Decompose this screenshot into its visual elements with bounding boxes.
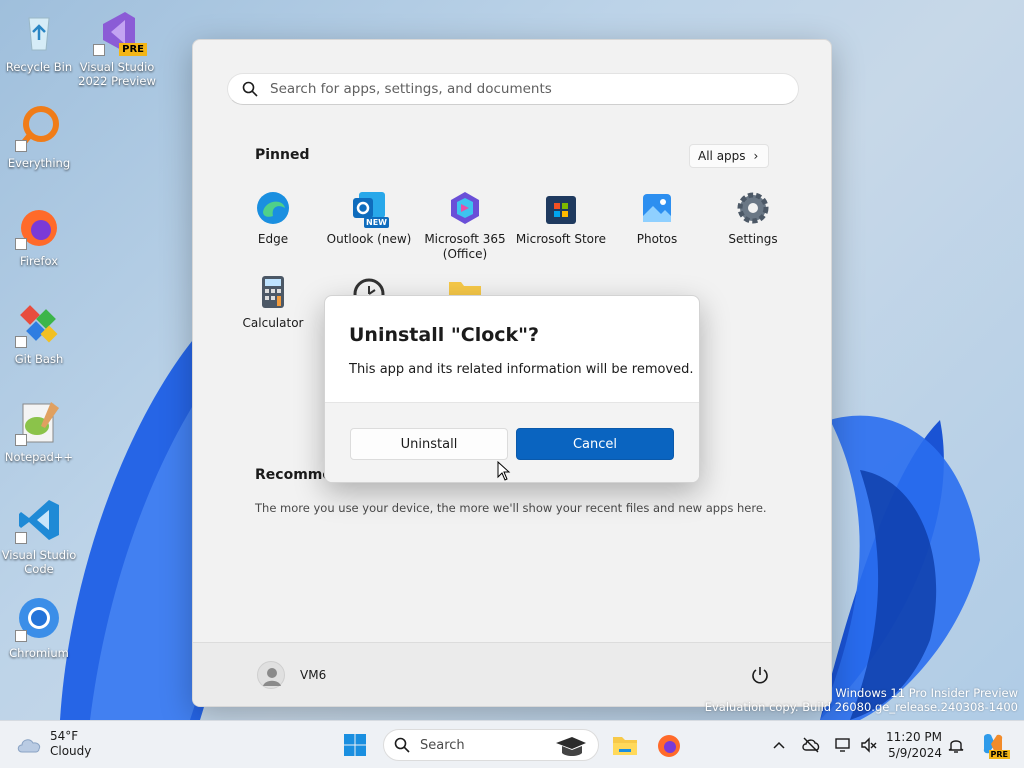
file-explorer-icon[interactable] bbox=[611, 731, 639, 759]
desktop-icon-recycle-bin[interactable]: Recycle Bin bbox=[0, 8, 78, 74]
all-apps-button[interactable]: All apps › bbox=[689, 144, 769, 168]
cloud-offline-icon[interactable] bbox=[801, 735, 821, 755]
desktop-icon-label: Firefox bbox=[19, 254, 59, 268]
desktop-icon-notepad-plus-plus[interactable]: Notepad++ bbox=[0, 398, 78, 464]
search-icon bbox=[242, 81, 258, 97]
magnifier-everything-icon bbox=[15, 104, 63, 152]
desktop-icon-git-bash[interactable]: Git Bash bbox=[0, 300, 78, 366]
app-label: Calculator bbox=[242, 316, 304, 330]
watermark-line-2: Evaluation copy. Build 26080.ge_release.… bbox=[704, 700, 1018, 714]
shortcut-arrow-icon bbox=[93, 44, 105, 56]
desktop-icon-vs-code[interactable]: Visual Studio Code bbox=[0, 496, 78, 576]
search-icon bbox=[394, 737, 410, 753]
desktop-icon-label: Chromium bbox=[9, 646, 69, 660]
shortcut-arrow-icon bbox=[15, 140, 27, 152]
shortcut-arrow-icon bbox=[15, 336, 27, 348]
copilot-icon[interactable]: PRE bbox=[980, 731, 1010, 759]
mouse-cursor-icon bbox=[497, 461, 511, 481]
windows-start-icon[interactable] bbox=[343, 733, 367, 757]
uninstall-button[interactable]: Uninstall bbox=[350, 428, 508, 460]
dialog-message: This app and its related information wil… bbox=[349, 362, 694, 377]
shortcut-arrow-icon bbox=[15, 434, 27, 446]
new-badge: NEW bbox=[364, 217, 389, 228]
microsoft-store-icon bbox=[546, 196, 576, 224]
firefox-icon bbox=[15, 202, 63, 250]
gear-icon bbox=[737, 192, 769, 224]
taskbar-search-placeholder: Search bbox=[420, 737, 465, 753]
shortcut-arrow-icon bbox=[15, 532, 27, 544]
pinned-app-settings[interactable]: Settings bbox=[705, 190, 801, 247]
calculator-icon bbox=[262, 276, 284, 308]
pinned-app-microsoft-365[interactable]: Microsoft 365 (Office) bbox=[417, 190, 513, 262]
person-icon bbox=[263, 668, 281, 686]
dialog-footer: Uninstall Cancel bbox=[325, 402, 699, 482]
weather-temperature: 54°F bbox=[50, 729, 79, 743]
chevron-up-icon[interactable] bbox=[769, 735, 789, 755]
pinned-app-photos[interactable]: Photos bbox=[609, 190, 705, 247]
graduation-cap-icon bbox=[556, 737, 586, 756]
photos-icon bbox=[643, 194, 671, 222]
git-bash-icon bbox=[15, 300, 63, 348]
shortcut-arrow-icon bbox=[15, 630, 27, 642]
uninstall-dialog: Uninstall "Clock"? This app and its rela… bbox=[324, 295, 700, 483]
pinned-app-edge[interactable]: Edge bbox=[225, 190, 321, 247]
desktop-icon-label: Notepad++ bbox=[4, 450, 74, 464]
vs-code-icon bbox=[15, 496, 63, 544]
recommended-empty-text: The more you use your device, the more w… bbox=[255, 501, 767, 515]
taskbar-clock[interactable]: 11:20 PM 5/9/2024 bbox=[884, 729, 942, 761]
network-icon[interactable] bbox=[833, 735, 853, 755]
all-apps-label: All apps bbox=[698, 149, 746, 163]
app-label: Edge bbox=[257, 232, 289, 246]
chromium-icon bbox=[15, 594, 63, 642]
desktop-icon-label: Visual Studio 2022 Preview bbox=[78, 60, 156, 88]
power-icon[interactable] bbox=[750, 665, 770, 685]
app-label: Outlook (new) bbox=[326, 232, 412, 246]
volume-muted-icon[interactable] bbox=[859, 735, 879, 755]
shortcut-arrow-icon bbox=[15, 238, 27, 250]
weather-widget[interactable]: 54°F Cloudy bbox=[16, 729, 91, 759]
app-label: Microsoft Store bbox=[515, 232, 607, 246]
app-label: Settings bbox=[728, 232, 778, 246]
visual-studio-icon: PRE bbox=[93, 8, 147, 56]
edge-icon bbox=[257, 192, 289, 224]
desktop-icon-chromium[interactable]: Chromium bbox=[0, 594, 78, 660]
weather-description: Cloudy bbox=[50, 744, 92, 758]
desktop-icon-visual-studio-2022[interactable]: PRE Visual Studio 2022 Preview bbox=[78, 8, 156, 88]
evaluation-watermark: Windows 11 Pro Insider Preview Evaluatio… bbox=[705, 686, 1018, 714]
watermark-line-1: Windows 11 Pro Insider Preview bbox=[835, 686, 1018, 700]
user-avatar[interactable] bbox=[257, 661, 285, 689]
clock-date: 5/9/2024 bbox=[888, 746, 942, 760]
cancel-button[interactable]: Cancel bbox=[516, 428, 674, 460]
copilot-pre-badge: PRE bbox=[988, 750, 1010, 759]
desktop-icon-label: Everything bbox=[7, 156, 71, 170]
pinned-app-microsoft-store[interactable]: Microsoft Store bbox=[513, 190, 609, 247]
desktop-icon-everything[interactable]: Everything bbox=[0, 104, 78, 170]
desktop-icon-label: Recycle Bin bbox=[5, 60, 73, 74]
firefox-icon[interactable] bbox=[655, 731, 683, 759]
outlook-icon: NEW bbox=[351, 190, 389, 228]
app-label: Microsoft 365 (Office) bbox=[424, 232, 506, 261]
desktop-icon-firefox[interactable]: Firefox bbox=[0, 202, 78, 268]
start-search-input[interactable]: Search for apps, settings, and documents bbox=[227, 73, 799, 105]
microsoft-365-icon bbox=[451, 192, 479, 224]
user-name[interactable]: VM6 bbox=[300, 668, 326, 682]
pinned-app-calculator[interactable]: Calculator bbox=[225, 274, 321, 331]
dialog-title: Uninstall "Clock"? bbox=[349, 324, 540, 346]
notepad-plus-plus-icon bbox=[15, 398, 63, 446]
notification-bell-icon[interactable] bbox=[946, 735, 966, 755]
pinned-title: Pinned bbox=[255, 147, 310, 163]
clock-time: 11:20 PM bbox=[886, 730, 942, 744]
pinned-app-outlook[interactable]: NEW Outlook (new) bbox=[321, 190, 417, 247]
cloud-icon bbox=[17, 739, 41, 753]
app-label: Photos bbox=[636, 232, 678, 246]
desktop-icon-label: Git Bash bbox=[14, 352, 64, 366]
chevron-right-icon: › bbox=[753, 149, 759, 163]
taskbar: 54°F Cloudy Search 11:20 PM 5/9/2024 PRE bbox=[0, 720, 1024, 768]
search-placeholder: Search for apps, settings, and documents bbox=[270, 81, 552, 97]
recycle-bin-icon bbox=[15, 8, 63, 56]
taskbar-search-box[interactable]: Search bbox=[383, 729, 599, 761]
desktop-icon-label: Visual Studio Code bbox=[1, 548, 77, 576]
pre-badge: PRE bbox=[119, 43, 147, 56]
